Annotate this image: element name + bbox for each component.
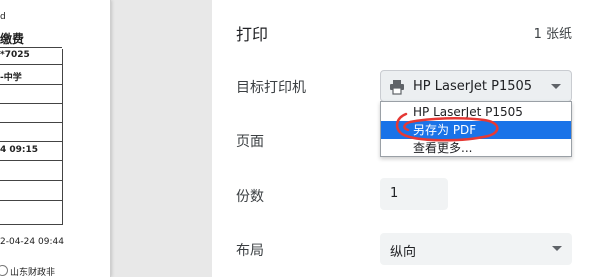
preview-page: d 缴费 *7025 -中学 4 09:15 2-04-24 09:44 山东财…: [0, 0, 111, 277]
pages-label: 页面: [236, 134, 264, 150]
preview-table-line: [0, 160, 62, 161]
layout-value: 纵向: [390, 245, 417, 260]
destination-select[interactable]: HP LaserJet P1505: [380, 70, 572, 102]
preview-table-line: [0, 103, 62, 104]
destination-value: HP LaserJet P1505: [413, 79, 533, 94]
preview-table-line: [0, 84, 62, 85]
sheet-count: 1 张纸: [533, 27, 572, 42]
layout-label: 布局: [236, 243, 264, 259]
dropdown-option-printer[interactable]: HP LaserJet P1505: [381, 103, 571, 121]
destination-label: 目标打印机: [236, 80, 306, 96]
preview-table-line: [0, 64, 62, 65]
preview-cell: 4 09:15: [0, 145, 39, 155]
preview-text-line: d: [0, 12, 6, 22]
chevron-down-icon: [552, 246, 562, 251]
copies-input[interactable]: 1: [380, 178, 448, 210]
preview-footer-text: 山东财政非: [10, 268, 56, 277]
preview-radio-icon: [0, 265, 8, 276]
destination-dropdown-list: HP LaserJet P1505 另存为 PDF 查看更多...: [380, 101, 572, 157]
copies-label: 份数: [236, 189, 264, 205]
preview-title: 缴费: [0, 32, 25, 46]
dropdown-option-save-as-pdf[interactable]: 另存为 PDF: [381, 121, 571, 139]
printer-icon: [390, 80, 404, 95]
preview-table-line: [0, 224, 62, 225]
chevron-down-icon: [551, 84, 561, 89]
preview-table-line: [0, 180, 62, 181]
preview-cell: -中学: [0, 73, 22, 83]
preview-table-line: [0, 122, 62, 123]
preview-timestamp: 2-04-24 09:44: [0, 237, 64, 247]
preview-table-line: [0, 141, 62, 142]
preview-cell: *7025: [0, 50, 30, 60]
preview-table-line: [0, 47, 62, 48]
layout-select[interactable]: 纵向: [380, 233, 572, 265]
dropdown-option-see-more[interactable]: 查看更多...: [381, 139, 571, 157]
print-preview-area: d 缴费 *7025 -中学 4 09:15 2-04-24 09:44 山东财…: [0, 0, 212, 277]
preview-table-line: [0, 200, 62, 201]
preview-table-border: [62, 49, 63, 225]
copies-value: 1: [390, 186, 399, 201]
page-title: 打印: [236, 25, 269, 44]
